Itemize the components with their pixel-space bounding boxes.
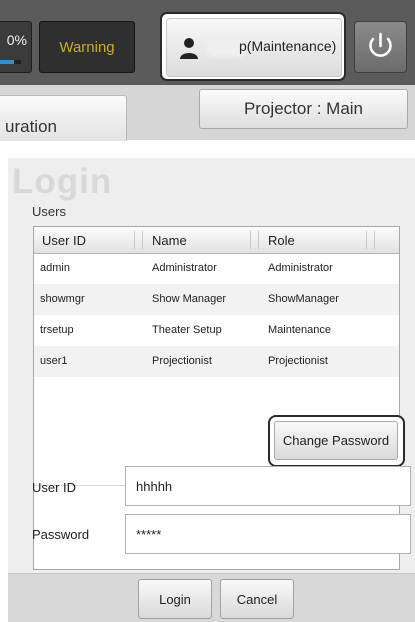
- progress-track: [0, 60, 21, 64]
- user-icon: [180, 38, 198, 59]
- user-highlight: p(Maintenance): [160, 12, 346, 81]
- column-resize-handle[interactable]: [366, 231, 375, 249]
- column-resize-handle[interactable]: [250, 231, 259, 249]
- table-row[interactable]: trsetup Theater Setup Maintenance: [34, 315, 399, 346]
- top-bar: 0% Warning p(Maintenance): [0, 0, 415, 85]
- cell-user-id: admin: [40, 262, 70, 274]
- progress-tile[interactable]: 0%: [0, 21, 32, 73]
- table-row[interactable]: admin Administrator Administrator: [34, 253, 399, 284]
- warning-button[interactable]: Warning: [39, 21, 135, 73]
- user-id-field[interactable]: hhhhh: [125, 466, 411, 506]
- tab-configuration-label: uration: [5, 117, 57, 136]
- cell-name: Projectionist: [152, 355, 212, 367]
- cell-role: Maintenance: [268, 324, 331, 336]
- password-label: Password: [32, 527, 90, 542]
- user-label: p(Maintenance): [239, 38, 337, 54]
- tab-configuration[interactable]: uration: [0, 95, 127, 141]
- projector-main-button[interactable]: Projector : Main: [199, 89, 408, 129]
- cell-user-id: user1: [40, 355, 68, 367]
- login-button-label: Login: [159, 591, 191, 607]
- user-id-value: hhhhh: [136, 479, 173, 494]
- cell-name: Administrator: [152, 262, 217, 274]
- projector-label: Projector : Main: [243, 99, 364, 118]
- cell-name: Show Manager: [152, 293, 226, 305]
- change-password-button[interactable]: Change Password: [274, 421, 398, 460]
- login-footer: Login Cancel: [8, 573, 415, 622]
- users-label: Users: [32, 204, 66, 219]
- cancel-button[interactable]: Cancel: [220, 579, 294, 619]
- password-value: *****: [136, 527, 162, 542]
- users-table-header: User ID Name Role: [34, 227, 399, 254]
- login-panel: Login Users User ID Name Role admin Admi…: [8, 158, 415, 622]
- tab-strip: uration Projector : Main: [0, 85, 415, 141]
- cell-user-id: showmgr: [40, 293, 85, 305]
- password-field[interactable]: *****: [125, 514, 411, 554]
- user-button[interactable]: p(Maintenance): [166, 18, 342, 77]
- change-password-label: Change Password: [282, 433, 390, 448]
- login-button[interactable]: Login: [138, 579, 212, 619]
- table-row[interactable]: showmgr Show Manager ShowManager: [34, 284, 399, 315]
- user-id-label: User ID: [32, 480, 77, 495]
- table-row[interactable]: user1 Projectionist Projectionist: [34, 346, 399, 377]
- cell-role: Administrator: [268, 262, 333, 274]
- column-header-user-id[interactable]: User ID: [42, 233, 86, 248]
- progress-text: 0%: [6, 32, 27, 48]
- power-icon: [369, 32, 392, 57]
- cancel-button-label: Cancel: [236, 591, 278, 607]
- cell-role: ShowManager: [268, 293, 339, 305]
- power-button[interactable]: [354, 21, 407, 73]
- column-resize-handle[interactable]: [134, 231, 143, 249]
- login-title: Login: [12, 162, 113, 201]
- warning-label: Warning: [59, 38, 115, 56]
- progress-fill: [0, 60, 15, 64]
- cell-role: Projectionist: [268, 355, 328, 367]
- cell-user-id: trsetup: [40, 324, 74, 336]
- change-password-highlight: Change Password: [268, 415, 405, 467]
- cell-name: Theater Setup: [152, 324, 222, 336]
- column-header-name[interactable]: Name: [152, 233, 187, 248]
- column-header-role[interactable]: Role: [268, 233, 295, 248]
